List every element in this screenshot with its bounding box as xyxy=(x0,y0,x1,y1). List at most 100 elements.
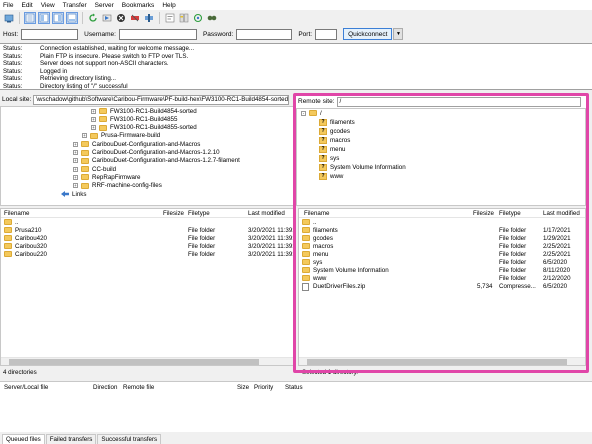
remote-file-row[interactable]: filaments File folder 1/17/2021 xyxy=(299,226,585,234)
remote-tree-item[interactable]: ? gcodes xyxy=(319,127,350,135)
menu-item-help[interactable]: Help xyxy=(162,2,175,9)
toggle-remote-tree-icon[interactable] xyxy=(52,12,64,24)
local-tree-item[interactable]: + FW3100-RC1-Build4854-sorted xyxy=(91,107,197,115)
toggle-log-icon[interactable] xyxy=(24,12,36,24)
remote-tree-item[interactable]: ? filaments xyxy=(319,118,355,126)
remote-tree-item[interactable]: ? macros xyxy=(319,136,350,144)
local-col-filename[interactable]: Filename xyxy=(4,210,29,217)
expand-icon[interactable]: + xyxy=(73,183,78,189)
remote-tree-item[interactable]: ? System Volume Information xyxy=(319,163,406,171)
tab-queued-files[interactable]: Queued files xyxy=(2,434,45,444)
expand-icon[interactable]: + xyxy=(91,108,96,114)
menu-item-server[interactable]: Server xyxy=(95,2,114,9)
local-file-list[interactable]: Filename Filesize Filetype Last modified… xyxy=(0,208,294,366)
remote-file-row[interactable]: www File folder 2/12/2020 xyxy=(299,274,585,282)
remote-tree-item[interactable]: ? www xyxy=(319,172,343,180)
expand-icon[interactable]: + xyxy=(73,158,78,164)
local-col-modified[interactable]: Last modified xyxy=(248,210,285,217)
search-icon[interactable] xyxy=(206,12,218,24)
process-queue-icon[interactable] xyxy=(101,12,113,24)
expand-icon[interactable]: + xyxy=(73,141,78,147)
sync-browse-icon[interactable] xyxy=(192,12,204,24)
remote-col-filename[interactable]: Filename xyxy=(304,210,329,217)
local-tree-item[interactable]: + CaribouDuet-Configuration-and-Macros-1.… xyxy=(73,157,240,165)
local-tree-item[interactable]: + RepRapFirmware xyxy=(73,173,140,181)
remote-col-filesize[interactable]: Filesize xyxy=(473,210,494,217)
local-path-input[interactable]: \wschadow\github\Software\Caribou-Firmwa… xyxy=(33,94,290,105)
remote-file-row[interactable]: System Volume Information File folder 8/11… xyxy=(299,266,585,274)
remote-file-row[interactable]: .. xyxy=(299,218,585,226)
queue-col-status[interactable]: Status xyxy=(285,384,303,391)
expand-icon[interactable]: + xyxy=(82,133,87,139)
local-tree-item[interactable]: + CaribouDuet-Configuration-and-Macros-1.… xyxy=(73,149,220,157)
filter-icon[interactable] xyxy=(164,12,176,24)
disconnect-icon[interactable] xyxy=(129,12,141,24)
local-file-row[interactable]: .. xyxy=(1,218,293,226)
transfer-queue-list[interactable] xyxy=(0,391,592,432)
queue-col-priority[interactable]: Priority xyxy=(254,384,273,391)
local-tree-item[interactable]: + CC-build xyxy=(73,165,116,173)
menu-item-bookmarks[interactable]: Bookmarks xyxy=(122,2,155,9)
quickconnect-dropdown[interactable]: ▼ xyxy=(393,28,404,40)
remote-directory-tree[interactable]: - /? filaments? gcodes? macros? menu? sys? Syst… xyxy=(296,108,586,206)
remote-tree-item[interactable]: ? menu xyxy=(319,145,345,153)
local-col-filetype[interactable]: Filetype xyxy=(188,210,210,217)
local-tree-item[interactable]: Links xyxy=(61,190,86,198)
menu-item-edit[interactable]: Edit xyxy=(21,2,32,9)
port-input[interactable] xyxy=(315,28,338,40)
local-col-filesize[interactable]: Filesize xyxy=(163,210,184,217)
expand-icon[interactable]: + xyxy=(91,125,96,131)
expand-icon[interactable]: + xyxy=(73,150,78,155)
toggle-queue-icon[interactable] xyxy=(66,12,78,24)
remote-file-row[interactable]: menu File folder 2/25/2021 xyxy=(299,250,585,258)
remote-tree-item[interactable]: ? sys xyxy=(319,154,339,162)
remote-col-modified[interactable]: Last modified xyxy=(543,210,580,217)
scrollbar-thumb[interactable] xyxy=(9,359,259,365)
quickconnect-button[interactable]: Quickconnect xyxy=(343,28,393,40)
remote-tree-root[interactable]: - / xyxy=(301,109,322,117)
expand-icon[interactable]: + xyxy=(73,166,78,172)
scrollbar-thumb[interactable] xyxy=(307,359,567,365)
expand-icon[interactable]: + xyxy=(91,116,96,122)
local-tree-item[interactable]: + RRF-machine-config-files xyxy=(73,182,162,190)
local-file-row[interactable]: Prusa210 File folder 3/20/2021 11:39:3 xyxy=(1,226,293,234)
queue-col-size[interactable]: Size xyxy=(237,384,249,391)
queue-col-remote-file[interactable]: Remote file xyxy=(123,384,154,391)
collapse-icon[interactable]: - xyxy=(301,110,306,116)
remote-file-row[interactable]: DuetDriverFiles.zip 5,734 Compresse... 6/5/… xyxy=(299,282,585,291)
local-file-row[interactable]: Caribou320 File folder 3/20/2021 11:39:3 xyxy=(1,242,293,250)
local-horizontal-scrollbar[interactable] xyxy=(1,357,293,365)
username-input[interactable] xyxy=(118,28,197,40)
remote-file-row[interactable]: macros File folder 2/25/2021 xyxy=(299,242,585,250)
message-log[interactable]: Status: Connection established, waiting f… xyxy=(0,43,592,90)
host-input[interactable] xyxy=(21,28,79,40)
local-tree-item[interactable]: + CaribouDuet-Configuration-and-Macros xyxy=(73,140,200,148)
tab-successful-transfers[interactable]: Successful transfers xyxy=(97,434,162,444)
site-manager-icon[interactable] xyxy=(3,12,15,24)
reconnect-icon[interactable] xyxy=(143,12,155,24)
queue-col-direction[interactable]: Direction xyxy=(93,384,117,391)
menu-item-transfer[interactable]: Transfer xyxy=(63,2,87,9)
remote-horizontal-scrollbar[interactable] xyxy=(299,357,585,365)
local-file-row[interactable]: Caribou420 File folder 3/20/2021 11:39:3 xyxy=(1,234,293,242)
remote-file-list[interactable]: Filename ^ Filesize Filetype Last modifi… xyxy=(298,208,586,366)
menu-item-file[interactable]: File xyxy=(3,2,13,9)
local-tree-item[interactable]: + FW3100-RC1-Build4855 xyxy=(91,115,177,123)
remote-file-row[interactable]: sys File folder 6/5/2020 xyxy=(299,258,585,266)
cancel-icon[interactable] xyxy=(115,12,127,24)
toggle-local-tree-icon[interactable] xyxy=(38,12,50,24)
queue-col-server-local[interactable]: Server/Local file xyxy=(4,384,48,391)
compare-icon[interactable] xyxy=(178,12,190,24)
expand-icon[interactable]: + xyxy=(73,174,78,180)
password-input[interactable] xyxy=(236,28,293,40)
local-tree-item[interactable]: + FW3100-RC1-Build4855-sorted xyxy=(91,124,197,132)
remote-col-filetype[interactable]: Filetype xyxy=(499,210,521,217)
local-file-row[interactable]: Caribou220 File folder 3/20/2021 11:39:3 xyxy=(1,250,293,258)
tab-failed-transfers[interactable]: Failed transfers xyxy=(45,434,97,444)
local-directory-tree[interactable]: + FW3100-RC1-Build4854-sorted + FW3100-RC1-… xyxy=(0,106,294,206)
local-tree-item[interactable]: + Prusa-Firmware-build xyxy=(82,132,160,140)
refresh-icon[interactable] xyxy=(87,12,99,24)
remote-file-row[interactable]: gcodes File folder 1/29/2021 xyxy=(299,234,585,242)
menu-item-view[interactable]: View xyxy=(41,2,55,9)
remote-path-input[interactable]: / xyxy=(336,96,581,107)
